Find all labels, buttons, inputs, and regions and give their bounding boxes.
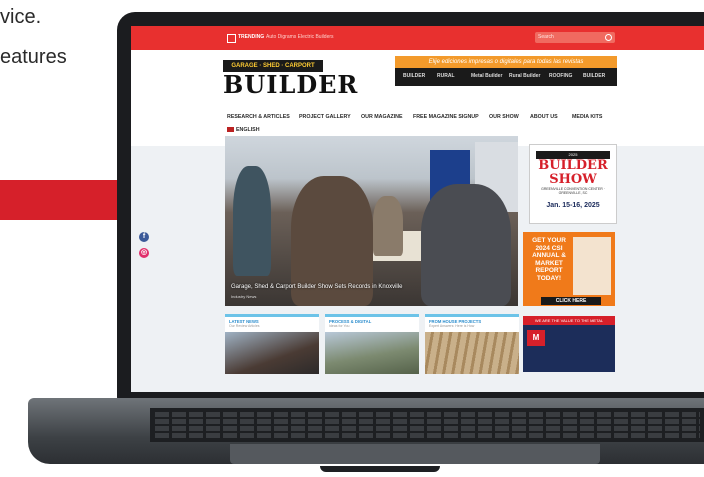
card-accent (325, 314, 419, 317)
show-ad-logo-line2: SHOW (549, 172, 597, 187)
laptop-notch (320, 466, 440, 472)
search-placeholder: Search (538, 34, 554, 40)
nav-our-magazine[interactable]: OUR MAGAZINE (361, 114, 403, 120)
nav-our-show[interactable]: OUR SHOW (489, 114, 519, 120)
search-input[interactable]: Search (535, 32, 615, 43)
trending-label: TRENDING (238, 34, 265, 40)
csi-report-cover (573, 237, 611, 295)
card-subtitle: Expert Answers: Here is How (429, 324, 475, 328)
header-banner-ad[interactable]: Elije ediciones impresas o digitales par… (395, 56, 617, 86)
csi-report-ad[interactable]: GET YOUR 2024 CSI ANNUAL & MARKET REPORT… (523, 232, 615, 306)
show-ad-venue: GREENVILLE CONVENTION CENTER · GREENVILL… (541, 187, 605, 195)
hero-person (373, 196, 403, 256)
hero-caption[interactable]: Garage, Shed & Carport Builder Show Sets… (231, 284, 402, 290)
csi-click-here-button[interactable]: CLICK HERE (541, 297, 601, 305)
news-card[interactable]: LATEST NEWS Our Review Articles (225, 314, 319, 374)
trending-link[interactable]: Auto Digrams Electric Builders (266, 34, 334, 40)
trending-icon (227, 34, 236, 43)
card-accent (225, 314, 319, 317)
copy-line-1: vice. (0, 6, 42, 28)
metal-ad-headline: WE ARE THE VALUE TO THE METAL (523, 316, 615, 325)
banner-magazine: BUILDER (583, 73, 606, 79)
hero-image[interactable]: Garage, Shed & Carport Builder Show Sets… (225, 136, 518, 306)
card-subtitle: Ideas for You (329, 324, 350, 328)
nav-project-gallery[interactable]: PROJECT GALLERY (299, 114, 351, 120)
instagram-icon[interactable]: ◎ (139, 248, 149, 258)
facebook-icon[interactable]: f (139, 232, 149, 242)
banner-magazine: Rural Builder (509, 73, 541, 79)
card-image (225, 332, 319, 374)
site-logo[interactable]: BUILDER (223, 72, 358, 98)
news-card[interactable]: PROCESS & DIGITAL Ideas for You (325, 314, 419, 374)
hero-person (421, 184, 511, 306)
csi-ad-text: GET YOUR 2024 CSI ANNUAL & MARKET REPORT… (532, 237, 566, 282)
nav-media-kits[interactable]: MEDIA KITS (572, 114, 602, 120)
copy-line-2: eatures (0, 46, 67, 68)
show-ad-date: Jan. 15-16, 2025 (546, 202, 600, 209)
banner-magazine: ROOFING (549, 73, 573, 79)
card-image (325, 332, 419, 374)
hero-category: Industry News (231, 294, 257, 299)
laptop-screen: TRENDING Auto Digrams Electric Builders … (131, 26, 704, 392)
search-icon[interactable] (605, 34, 612, 41)
banner-magazine: BUILDER (403, 73, 426, 79)
key-row (155, 426, 700, 431)
banner-magazine: Metal Builder (471, 73, 503, 79)
metal-ad[interactable]: WE ARE THE VALUE TO THE METAL M (523, 316, 615, 372)
trending-bar: TRENDING Auto Digrams Electric Builders … (131, 26, 704, 50)
show-ad-logo-line1: BUILDER (538, 158, 608, 173)
nav-free-magazine[interactable]: FREE MAGAZINE SIGNUP (413, 114, 479, 120)
card-accent (425, 314, 519, 317)
key-row (155, 419, 700, 424)
banner-title: Elije ediciones impresas o digitales par… (395, 56, 617, 68)
banner-magazine: RURAL (437, 73, 455, 79)
main-nav: RESEARCH & ARTICLES PROJECT GALLERY OUR … (227, 114, 627, 124)
trackpad (230, 444, 600, 464)
key-row (155, 433, 700, 438)
nav-research[interactable]: RESEARCH & ARTICLES (227, 114, 290, 120)
nav-about-us[interactable]: ABOUT US (530, 114, 558, 120)
hero-person (233, 166, 271, 276)
builder-show-ad[interactable]: 2025 BUILDER SHOW GREENVILLE CONVENTION … (529, 144, 617, 224)
card-image (425, 332, 519, 374)
news-card[interactable]: FROM HOUSE PROJECTS Expert Answers: Here… (425, 314, 519, 374)
key-row (155, 412, 700, 417)
language-selector[interactable]: ENGLISH (227, 127, 260, 133)
language-label: ENGLISH (236, 127, 260, 133)
card-subtitle: Our Review Articles (229, 324, 260, 328)
flag-icon (227, 127, 234, 133)
site-header: GARAGE · SHED · CARPORT BUILDER Elije ed… (131, 50, 704, 146)
metal-ad-logo: M (527, 330, 545, 346)
